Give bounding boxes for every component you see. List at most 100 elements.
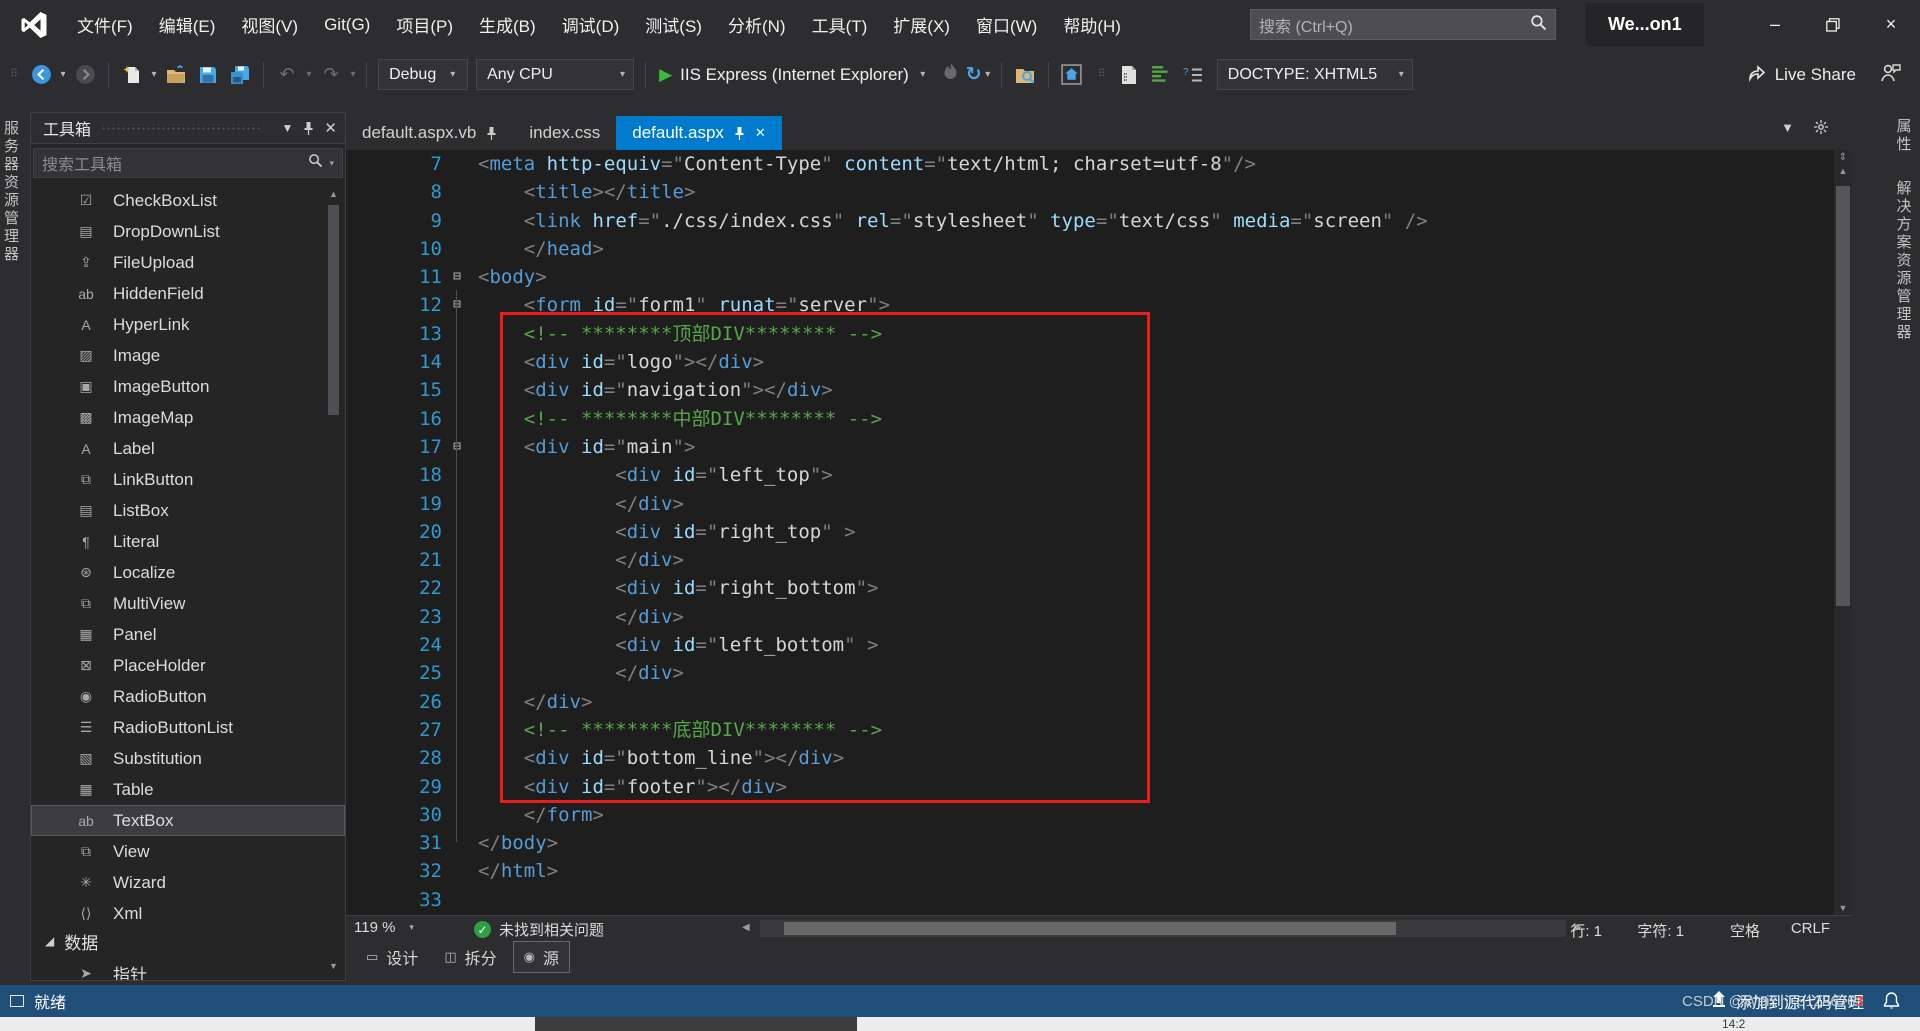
open-folder-icon[interactable] (161, 60, 191, 90)
code-line[interactable]: 18 <div id="left_top"> (346, 461, 1852, 489)
toolbox-item[interactable]: ⧉ LinkButton (31, 464, 345, 495)
editor-vertical-scrollbar[interactable]: ⇕ ▲ ▼ (1834, 150, 1852, 915)
menu-item[interactable]: 视图(V) (228, 0, 311, 49)
solution-platform-dropdown[interactable]: Any CPU▾ (476, 59, 634, 90)
find-in-files-icon[interactable] (1010, 60, 1040, 90)
fold-toggle-icon[interactable] (442, 490, 472, 518)
toolbox-item[interactable]: ▧ Substitution (31, 743, 345, 774)
fold-toggle-icon[interactable]: ⊟ (442, 291, 472, 319)
code-line[interactable]: 30 </form> (346, 801, 1852, 829)
menu-item[interactable]: 工具(T) (799, 0, 881, 49)
toolbox-item[interactable]: ▦ Table (31, 774, 345, 805)
toolbox-item[interactable]: ▤ DropDownList (31, 216, 345, 247)
menu-item[interactable]: 窗口(W) (963, 0, 1050, 49)
menu-item[interactable]: 分析(N) (715, 0, 799, 49)
menu-item[interactable]: 生成(B) (466, 0, 549, 49)
refresh-dropdown-icon[interactable]: ▾ (982, 69, 994, 80)
pin-icon[interactable] (734, 127, 745, 140)
back-dropdown-icon[interactable]: ▾ (57, 69, 69, 80)
notifications-bell-icon[interactable] (1883, 992, 1900, 1015)
code-editor[interactable]: 7 <meta http-equiv="Content-Type" conten… (346, 150, 1852, 915)
code-line[interactable]: 8 <title></title> (346, 178, 1852, 206)
feedback-icon[interactable] (1878, 61, 1902, 90)
doctype-dropdown[interactable]: DOCTYPE: XHTML5▾ (1217, 59, 1413, 90)
toolbox-section-data[interactable]: ◢ 数据 (31, 926, 345, 956)
server-explorer-vertical-tab[interactable]: 服务器资源管理器 (0, 114, 21, 270)
comment-lines-icon[interactable]: ? (1178, 60, 1208, 90)
view-tab[interactable]: ◉ 源 (513, 941, 570, 973)
toolbox-item[interactable]: ⊠ PlaceHolder (31, 650, 345, 681)
code-line[interactable]: 7 <meta http-equiv="Content-Type" conten… (346, 150, 1852, 178)
format-document-icon[interactable] (1146, 60, 1176, 90)
hot-reload-icon[interactable] (943, 63, 958, 86)
close-button[interactable]: × (1862, 0, 1920, 49)
fold-toggle-icon[interactable]: ⊟ (442, 433, 472, 461)
fold-toggle-icon[interactable]: ⊟ (442, 263, 472, 291)
code-line[interactable]: 10 </head> (346, 235, 1852, 263)
document-outline-icon[interactable] (1114, 60, 1144, 90)
scroll-up-icon[interactable]: ▲ (1834, 166, 1852, 176)
code-line[interactable]: 17 ⊟ <div id="main"> (346, 433, 1852, 461)
code-line[interactable]: 27 <!-- ********底部DIV******** --> (346, 716, 1852, 744)
toolbox-item[interactable]: ab TextBox (31, 805, 345, 836)
tool-window-vertical-tab[interactable]: 解决方案资源管理器 (1893, 174, 1914, 348)
horizontal-scrollbar[interactable] (760, 920, 1566, 937)
code-line[interactable]: 19 </div> (346, 490, 1852, 518)
toolbox-item[interactable]: ⇪ FileUpload (31, 247, 345, 278)
fold-toggle-icon[interactable] (442, 773, 472, 801)
toolbox-scrollbar[interactable]: ▲ ▼ (326, 187, 341, 974)
tool-window-vertical-tab[interactable]: 属性 (1893, 112, 1914, 160)
close-icon[interactable]: ✕ (755, 125, 766, 141)
fold-toggle-icon[interactable] (442, 150, 472, 178)
fold-toggle-icon[interactable] (442, 744, 472, 772)
menu-item[interactable]: 调试(D) (549, 0, 633, 49)
fold-toggle-icon[interactable] (442, 659, 472, 687)
fold-toggle-icon[interactable] (442, 235, 472, 263)
code-line[interactable]: 29 <div id="footer"></div> (346, 773, 1852, 801)
code-line[interactable]: 22 <div id="right_bottom"> (346, 574, 1852, 602)
code-line[interactable]: 28 <div id="bottom_line"></div> (346, 744, 1852, 772)
fold-toggle-icon[interactable] (442, 857, 472, 885)
toolbox-item[interactable]: ▤ ListBox (31, 495, 345, 526)
toolbox-item[interactable]: ☑ CheckBoxList (31, 185, 345, 216)
toolbox-item[interactable]: ☰ RadioButtonList (31, 712, 345, 743)
split-editor-grip[interactable]: ⇕ (1836, 152, 1850, 163)
toolbox-item[interactable]: ⧉ MultiView (31, 588, 345, 619)
menu-item[interactable]: 文件(F) (64, 0, 146, 49)
code-line[interactable]: 13 <!-- ********顶部DIV******** --> (346, 320, 1852, 348)
toolbox-item[interactable]: ✳ Wizard (31, 867, 345, 898)
window-position-icon[interactable]: ▼ (282, 121, 294, 135)
view-tab[interactable]: ◫ 拆分 (434, 942, 506, 972)
code-line[interactable]: 24 <div id="left_bottom" > (346, 631, 1852, 659)
toolbox-drag-area[interactable] (101, 124, 262, 132)
fold-toggle-icon[interactable] (442, 603, 472, 631)
fold-toggle-icon[interactable] (442, 688, 472, 716)
code-line[interactable]: 33 (346, 886, 1852, 914)
search-options-dropdown-icon[interactable]: ▾ (329, 158, 334, 169)
fold-toggle-icon[interactable] (442, 376, 472, 404)
caret-line-indicator[interactable]: 行: 1 (1570, 920, 1602, 941)
fold-toggle-icon[interactable] (442, 574, 472, 602)
toolbox-item[interactable]: ⟨⟩ Xml (31, 898, 345, 929)
undo-icon[interactable]: ↶ (272, 60, 302, 90)
fold-toggle-icon[interactable] (442, 631, 472, 659)
solution-configuration-dropdown[interactable]: Debug▾ (378, 59, 468, 90)
restore-button[interactable] (1804, 0, 1862, 49)
toolbox-item[interactable]: ab HiddenField (31, 278, 345, 309)
document-health-indicator[interactable]: ✓ 未找到相关问题 (474, 919, 604, 940)
line-ending-indicator[interactable]: CRLF (1791, 920, 1830, 937)
menu-item[interactable]: 项目(P) (383, 0, 466, 49)
code-line[interactable]: 23 </div> (346, 603, 1852, 631)
toolbox-item[interactable]: ⊛ Localize (31, 557, 345, 588)
fold-toggle-icon[interactable] (442, 178, 472, 206)
code-line[interactable]: 25 </div> (346, 659, 1852, 687)
scroll-down-icon[interactable]: ▼ (1834, 903, 1852, 913)
caret-char-indicator[interactable]: 字符: 1 (1637, 920, 1684, 941)
fold-toggle-icon[interactable] (442, 716, 472, 744)
code-line[interactable]: 20 <div id="right_top" > (346, 518, 1852, 546)
new-file-icon[interactable] (117, 60, 147, 90)
toolbox-item[interactable]: ▦ Panel (31, 619, 345, 650)
pin-icon[interactable] (303, 122, 314, 135)
undo-dropdown-icon[interactable]: ▾ (303, 69, 315, 80)
scroll-down-icon[interactable]: ▼ (326, 959, 341, 974)
